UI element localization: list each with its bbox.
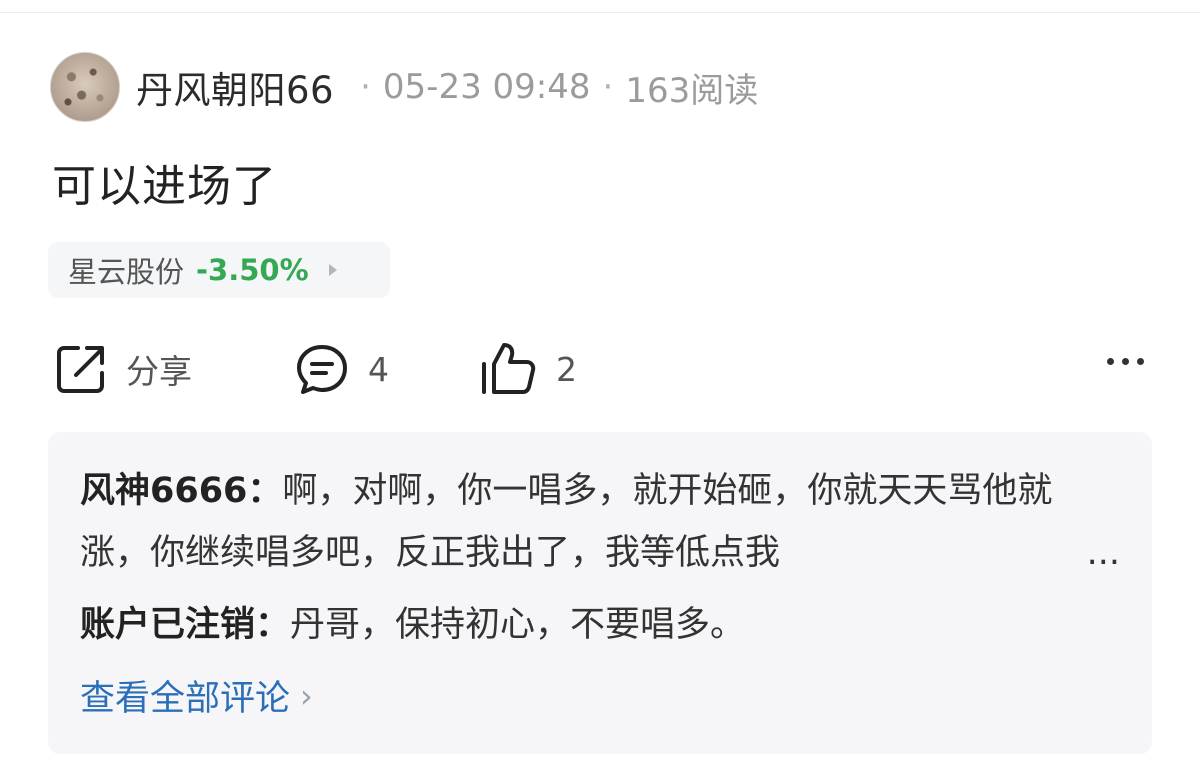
author-avatar[interactable] — [50, 52, 120, 122]
comment-item[interactable]: 账户已注销：丹哥，保持初心，不要唱多。 — [80, 594, 1120, 656]
chevron-right-icon: › — [300, 676, 313, 715]
view-all-comments-link[interactable]: 查看全部评论 › — [80, 670, 1120, 721]
comment-ellipsis: ... — [1046, 522, 1120, 584]
share-icon — [57, 346, 104, 393]
more-options-icon[interactable] — [1107, 358, 1144, 365]
top-divider — [0, 12, 1200, 13]
stock-name: 星云股份 — [68, 255, 185, 289]
like-count: 2 — [556, 349, 577, 389]
post-header: 丹风朝阳66 · 05-23 09:48 · 163阅读 — [50, 52, 758, 122]
thumbs-up-icon — [482, 343, 536, 394]
action-bar: 分享 4 2 — [0, 338, 1200, 400]
stock-change: -3.50% — [196, 253, 309, 287]
author-name[interactable]: 丹风朝阳66 — [136, 60, 334, 114]
comment-author[interactable]: 账户已注销： — [80, 605, 290, 645]
more-dot — [1137, 358, 1144, 365]
comment-text: 丹哥，保持初心，不要唱多。 — [290, 605, 746, 645]
more-dot — [1107, 358, 1114, 365]
post-timestamp: 05-23 09:48 — [382, 67, 591, 107]
comment-icon — [297, 345, 347, 394]
chevron-right-icon — [328, 264, 337, 276]
more-dot — [1122, 358, 1129, 365]
comment-button[interactable]: 4 — [294, 338, 389, 400]
view-all-label: 查看全部评论 — [80, 679, 291, 719]
comment-author[interactable]: 风神6666： — [80, 471, 282, 511]
post-meta: · 05-23 09:48 · 163阅读 — [348, 63, 758, 112]
separator-dot: · — [602, 67, 614, 107]
stock-tag[interactable]: 星云股份 -3.50% — [48, 242, 390, 298]
comment-item[interactable]: 风神6666：啊，对啊，你一唱多，就开始砸，你就天天骂他就涨，你继续唱多吧，反正… — [80, 460, 1120, 584]
share-label: 分享 — [126, 352, 192, 391]
comment-preview-panel: 风神6666：啊，对啊，你一唱多，就开始砸，你就天天骂他就涨，你继续唱多吧，反正… — [48, 432, 1152, 754]
share-button[interactable]: 分享 — [54, 338, 192, 400]
read-count: 163阅读 — [625, 70, 759, 111]
separator-dot: · — [360, 67, 371, 107]
comment-count: 4 — [368, 349, 389, 389]
post-body: 可以进场了 — [52, 161, 277, 212]
like-button[interactable]: 2 — [480, 338, 577, 400]
